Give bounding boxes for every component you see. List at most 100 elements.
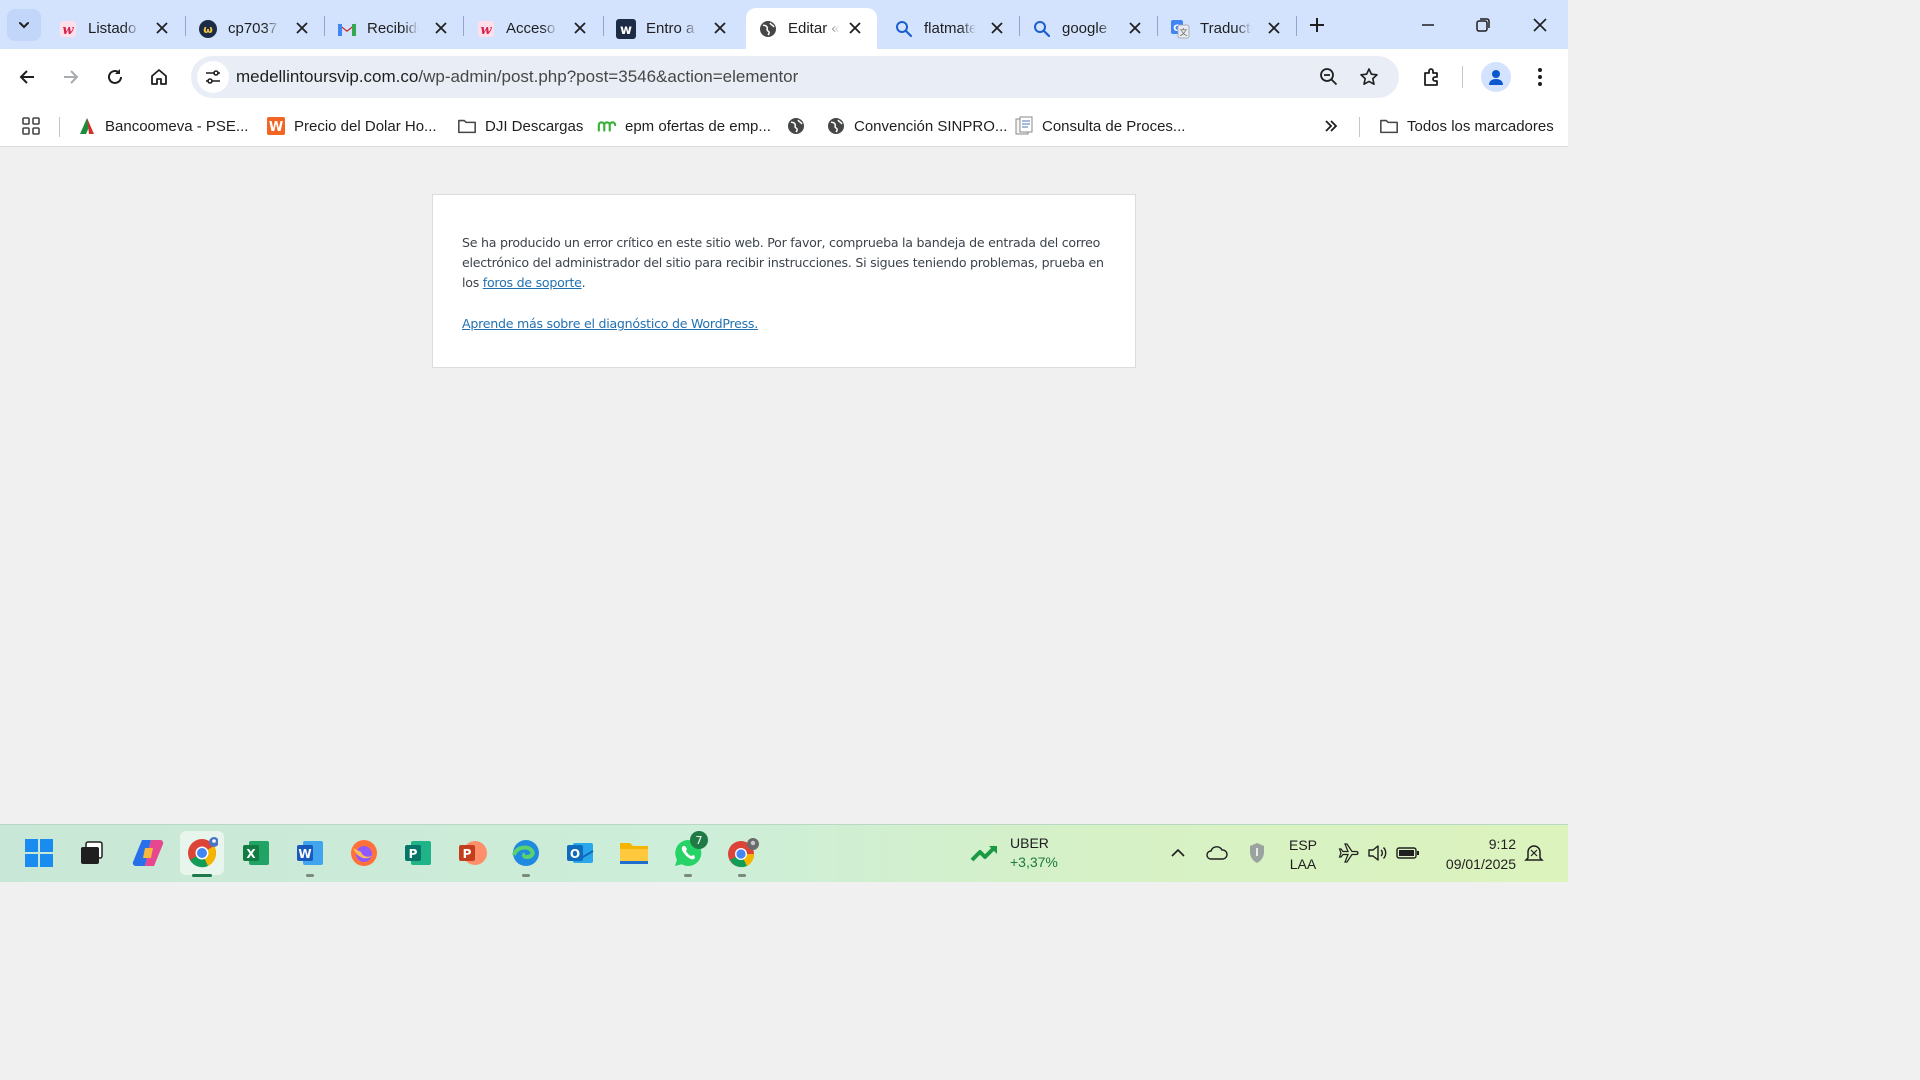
url-path: /wp-admin/post.php?post=3546&action=elem… xyxy=(418,67,799,86)
clock-time: 9:12 xyxy=(1488,836,1516,852)
chrome-button[interactable] xyxy=(180,831,224,877)
tab-cp7037[interactable]: ω cp7037.w xyxy=(186,8,324,49)
error-message: Se ha producido un error crítico en este… xyxy=(462,233,1106,292)
start-button[interactable] xyxy=(17,831,61,875)
stock-trend-icon xyxy=(970,845,997,862)
apps-button[interactable] xyxy=(21,111,49,141)
close-icon[interactable] xyxy=(1264,18,1284,38)
close-icon[interactable] xyxy=(845,18,865,38)
tab-title: Acceso a xyxy=(506,20,558,37)
excel-button[interactable]: X xyxy=(234,831,278,875)
tab-google[interactable]: google xyxy=(1020,8,1157,49)
bookmark-globe[interactable] xyxy=(786,111,814,141)
edge-button[interactable] xyxy=(504,831,548,877)
close-icon[interactable] xyxy=(431,18,451,38)
bookmark-label: epm ofertas de emp... xyxy=(625,117,771,135)
system-clock[interactable]: 9:12 09/01/2025 xyxy=(1430,834,1516,874)
publisher-button[interactable]: P xyxy=(396,831,440,875)
tab-flatmate[interactable]: flatmate xyxy=(882,8,1019,49)
close-window-button[interactable] xyxy=(1526,12,1554,38)
google-translate-icon: G文 xyxy=(1170,19,1190,39)
wordpress-debugging-link[interactable]: Aprende más sobre el diagnóstico de Word… xyxy=(462,316,758,331)
profile-avatar[interactable] xyxy=(1481,62,1511,92)
tab-editar[interactable]: Editar « xyxy=(746,8,877,49)
tab-gmail[interactable]: Recibidos xyxy=(325,8,463,49)
task-view-button[interactable] xyxy=(70,831,114,875)
chevron-up-icon xyxy=(1171,848,1185,857)
copilot-button[interactable] xyxy=(126,831,170,875)
url-host: medellintoursvip.com.co xyxy=(236,67,419,86)
bookmark-consulta-procesos[interactable]: Consulta de Proces... xyxy=(1014,111,1185,141)
back-button[interactable] xyxy=(11,61,43,93)
bookmark-convencion-sinpro[interactable]: Convención SINPRO... xyxy=(826,111,1007,141)
onedrive-icon[interactable] xyxy=(1205,841,1229,865)
address-bar[interactable]: medellintoursvip.com.co/wp-admin/post.ph… xyxy=(191,56,1399,98)
svg-text:X: X xyxy=(246,847,256,861)
chevron-down-icon xyxy=(19,22,29,29)
chrome-icon xyxy=(188,837,218,868)
reload-button[interactable] xyxy=(99,61,131,93)
close-icon[interactable] xyxy=(710,18,730,38)
tab-acceso[interactable]: w Acceso a xyxy=(464,8,602,49)
file-explorer-button[interactable] xyxy=(612,831,656,875)
tab-search-button[interactable] xyxy=(7,9,41,41)
bookmark-epm[interactable]: epm ofertas de emp... xyxy=(597,111,771,141)
document-icon xyxy=(1014,116,1034,136)
more-menu-icon[interactable] xyxy=(1525,62,1555,92)
show-hidden-icons-button[interactable] xyxy=(1166,841,1190,865)
tab-title: Traducto xyxy=(1200,20,1252,37)
zoom-icon[interactable] xyxy=(1317,65,1341,89)
bookmark-folder-dji[interactable]: DJI Descargas xyxy=(457,111,583,141)
forward-button[interactable] xyxy=(55,61,87,93)
tab-entro[interactable]: w Entro a xyxy=(604,8,742,49)
extensions-icon[interactable] xyxy=(1417,62,1447,92)
stock-change: +3,37% xyxy=(1010,854,1058,870)
bookmarks-overflow-button[interactable] xyxy=(1321,111,1349,141)
bookmark-label: DJI Descargas xyxy=(485,117,584,135)
close-icon[interactable] xyxy=(987,18,1007,38)
airplane-mode-icon[interactable] xyxy=(1337,841,1361,865)
notifications-icon[interactable] xyxy=(1522,841,1546,865)
error-message-period: . xyxy=(581,274,586,290)
site-info-button[interactable] xyxy=(197,61,229,93)
stock-widget[interactable]: UBER +3,37% xyxy=(970,834,1058,872)
tab-traductor[interactable]: G文 Traducto xyxy=(1158,8,1296,49)
volume-icon[interactable] xyxy=(1366,841,1390,865)
chrome-icon xyxy=(728,838,759,868)
close-icon[interactable] xyxy=(570,18,590,38)
support-forums-link[interactable]: foros de soporte xyxy=(483,275,582,290)
whatsapp-button[interactable]: 7 xyxy=(666,831,710,877)
toolbar-divider xyxy=(1462,66,1463,88)
task-view-icon xyxy=(81,841,103,864)
folder-icon xyxy=(620,843,648,864)
svg-text:w: w xyxy=(480,23,492,38)
svg-text:W: W xyxy=(269,120,283,135)
input-language-indicator[interactable]: ESP LAA xyxy=(1289,836,1317,874)
globe-icon xyxy=(826,116,846,136)
svg-text:P: P xyxy=(409,847,418,861)
word-button[interactable]: W xyxy=(288,831,332,877)
bookmark-star-icon[interactable] xyxy=(1357,65,1381,89)
firefox-button[interactable] xyxy=(342,831,386,875)
close-icon[interactable] xyxy=(152,18,172,38)
restore-icon xyxy=(1476,18,1490,32)
chrome-profile-button[interactable] xyxy=(720,831,764,877)
minimize-button[interactable] xyxy=(1414,12,1442,38)
all-bookmarks-button[interactable]: Todos los marcadores xyxy=(1379,111,1554,141)
bookmark-bancoomeva[interactable]: Bancoomeva - PSE... xyxy=(77,111,248,141)
powerpoint-button[interactable]: P xyxy=(450,831,494,875)
outlook-button[interactable]: O xyxy=(558,831,602,875)
new-tab-button[interactable] xyxy=(1305,13,1329,37)
double-chevron-right-icon xyxy=(1321,116,1341,136)
security-shield-icon[interactable] xyxy=(1245,841,1269,865)
close-icon[interactable] xyxy=(1125,18,1145,38)
battery-icon[interactable] xyxy=(1396,841,1420,865)
home-button[interactable] xyxy=(143,61,175,93)
tab-listado[interactable]: w Listado de xyxy=(46,8,184,49)
close-icon[interactable] xyxy=(292,18,312,38)
bookmark-label: Convención SINPRO... xyxy=(854,117,1008,135)
wordpress-w-icon: w xyxy=(616,18,636,39)
bookmark-precio-dolar[interactable]: W Precio del Dolar Ho... xyxy=(266,111,437,141)
restore-button[interactable] xyxy=(1469,12,1497,38)
folder-icon xyxy=(1379,116,1399,136)
